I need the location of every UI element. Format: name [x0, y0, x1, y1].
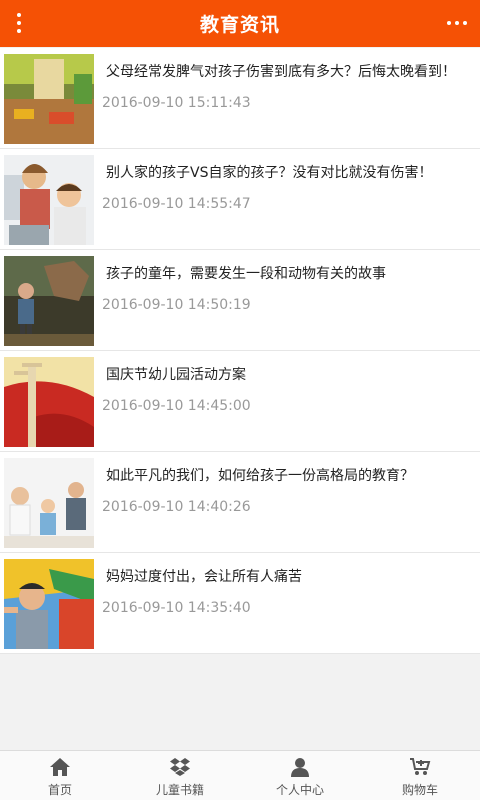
list-item[interactable]: 国庆节幼儿园活动方案 2016-09-10 14:45:00: [0, 351, 480, 452]
tab-label: 首页: [47, 783, 72, 797]
horizontal-dots-icon[interactable]: [442, 8, 472, 38]
article-title: 妈妈过度付出，会让所有人痛苦: [106, 569, 302, 585]
article-thumbnail: [4, 54, 94, 144]
article-title: 别人家的孩子VS自家的孩子？没有对比就没有伤害！: [106, 165, 433, 181]
article-date: 2016-09-10 14:35:40: [102, 600, 251, 616]
article-date: 2016-09-10 14:55:47: [102, 196, 251, 212]
list-item[interactable]: 如此平凡的我们，如何给孩子一份高格局的教育？ 2016-09-10 14:40:…: [0, 452, 480, 553]
dropbox-icon: [170, 758, 190, 776]
cart-icon: [410, 758, 431, 775]
home-icon: [50, 758, 70, 776]
user-icon: [291, 758, 309, 777]
list-item[interactable]: 孩子的童年，需要发生一段和动物有关的故事 2016-09-10 14:50:19: [0, 250, 480, 351]
tab-label: 儿童书籍: [155, 783, 204, 797]
article-title: 孩子的童年，需要发生一段和动物有关的故事: [106, 266, 386, 282]
tab-home[interactable]: 首页: [0, 751, 120, 800]
article-thumbnail: [4, 256, 94, 346]
list-item[interactable]: 妈妈过度付出，会让所有人痛苦 2016-09-10 14:35:40: [0, 553, 480, 654]
list-item[interactable]: 别人家的孩子VS自家的孩子？没有对比就没有伤害！ 2016-09-10 14:5…: [0, 149, 480, 250]
article-thumbnail: [4, 458, 94, 548]
article-date: 2016-09-10 15:11:43: [102, 95, 251, 111]
tab-cart[interactable]: 购物车: [360, 751, 480, 800]
app-header: 教育资讯: [0, 0, 480, 47]
article-title: 如此平凡的我们，如何给孩子一份高格局的教育？: [106, 468, 414, 484]
vertical-dots-icon[interactable]: [8, 8, 30, 38]
article-list: 父母经常发脾气对孩子伤害到底有多大？后悔太晚看到！ 2016-09-10 15:…: [0, 48, 480, 654]
article-thumbnail: [4, 155, 94, 245]
article-thumbnail: [4, 559, 94, 649]
page-title: 教育资讯: [199, 14, 280, 36]
list-item[interactable]: 父母经常发脾气对孩子伤害到底有多大？后悔太晚看到！ 2016-09-10 15:…: [0, 48, 480, 149]
tab-label: 购物车: [401, 783, 438, 797]
tab-profile[interactable]: 个人中心: [240, 751, 360, 800]
article-date: 2016-09-10 14:45:00: [102, 398, 251, 414]
tab-children-books[interactable]: 儿童书籍: [120, 751, 240, 800]
article-date: 2016-09-10 14:50:19: [102, 297, 251, 313]
article-date: 2016-09-10 14:40:26: [102, 499, 251, 515]
article-thumbnail: [4, 357, 94, 447]
article-title: 国庆节幼儿园活动方案: [106, 367, 246, 383]
bottom-tab-bar: 首页 儿童书籍 个人中心 购物车: [0, 750, 480, 800]
tab-label: 个人中心: [275, 783, 324, 797]
article-title: 父母经常发脾气对孩子伤害到底有多大？后悔太晚看到！: [106, 64, 456, 80]
